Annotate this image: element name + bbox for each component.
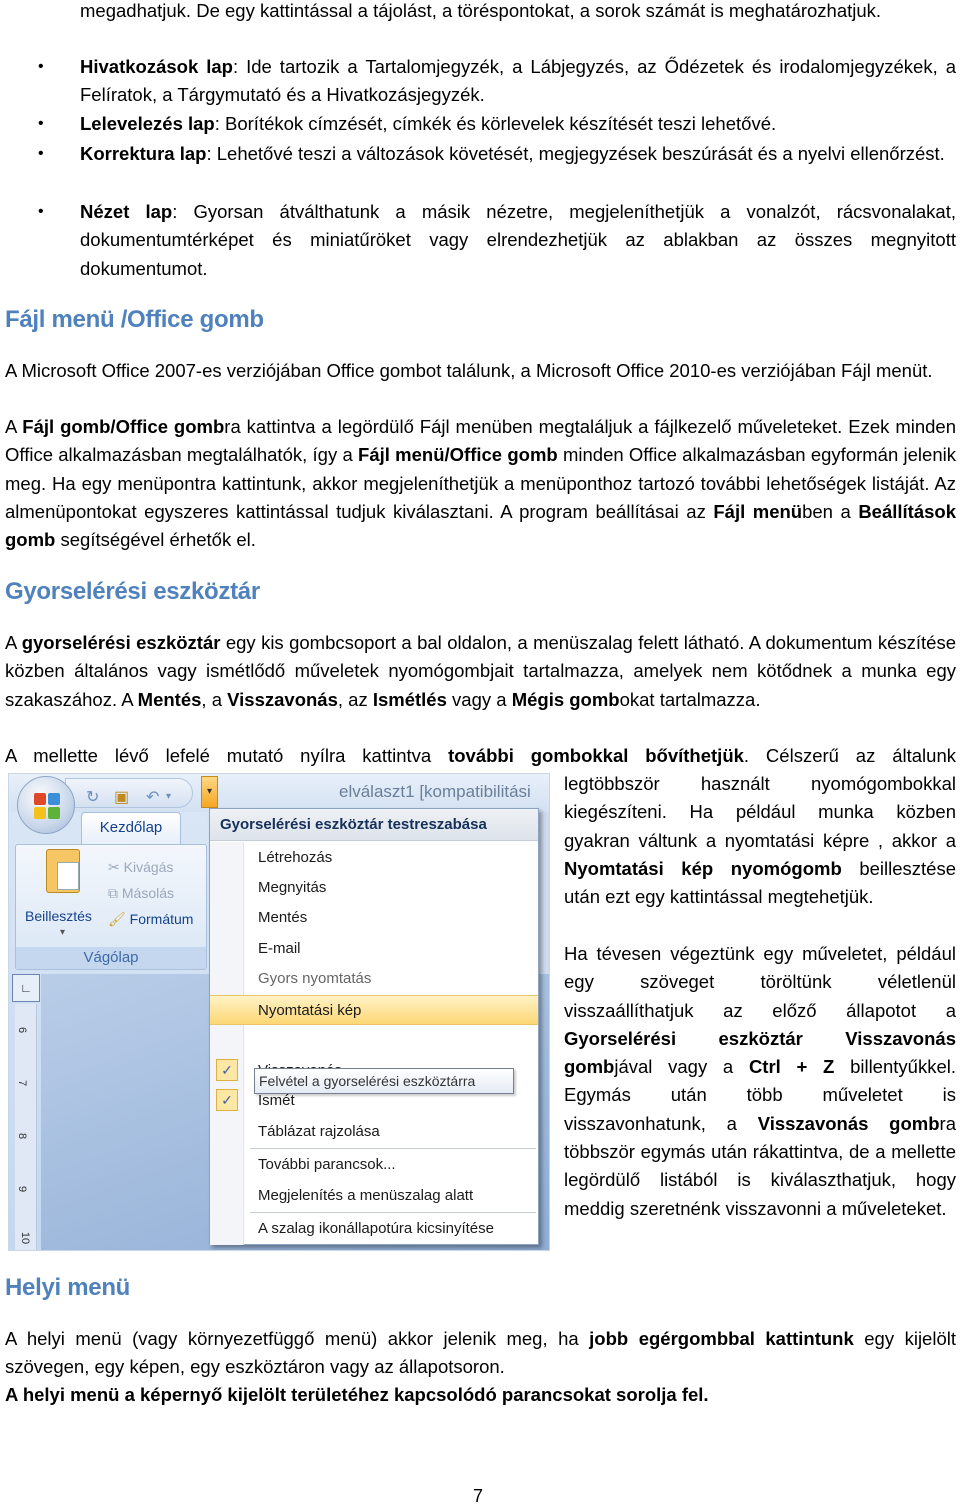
ruler-mark: 10 [19,1231,32,1245]
format-painter-button[interactable]: 🖌 Formátum [108,911,193,928]
bullet-text: : Gyorsan átválthatunk a másik nézetre, … [80,201,956,279]
menu-header: Gyorselérési eszköztár testreszabása [210,809,538,841]
office-logo-icon [34,793,60,819]
paragraph-qat-2: A mellette lévő lefelé mutató nyílra kat… [5,745,956,766]
paste-button[interactable]: Beillesztés [25,908,92,924]
menu-item-open[interactable]: Megnyitás [210,873,538,903]
save-icon[interactable]: ↻ [86,787,99,807]
copy-icon: ⧉ [108,885,122,901]
bullet-text: : Borítékok címzését, címkék és körlevel… [214,113,777,134]
section-heading-context-menu: Helyi menü [5,1274,131,1301]
copy-button[interactable]: ⧉ Másolás [108,885,174,902]
menu-item-save[interactable]: Mentés [210,903,538,933]
vertical-ruler: 6 7 8 9 10 [15,1004,37,1250]
paragraph-context-1: A helyi menü (vagy környezetfüggő menü) … [5,1328,956,1378]
brush-icon: 🖌 [108,911,130,927]
undo-dropdown-icon[interactable]: ▾ [166,791,171,802]
bullet-term: Korrektura lap [80,143,207,164]
menu-item-more-commands[interactable]: További parancsok... [210,1150,538,1180]
paste-icon[interactable]: ▣ [114,787,129,807]
paragraph-qat-right-1: legtöbbször használt nyomógombokkal kieg… [564,773,956,908]
tab-home[interactable]: Kezdőlap [81,812,181,844]
menu-item-email[interactable]: E-mail [210,934,538,964]
clipboard-icon [46,849,80,893]
bullet-term: Nézet lap [80,201,173,222]
paste-dropdown-icon[interactable]: ▾ [60,927,65,938]
ruler-mark: 9 [16,1185,29,1193]
checkmark-icon: ✓ [216,1059,238,1081]
bullet-icon: • [38,145,44,162]
page-number: 7 [473,1486,484,1506]
bullet-icon: • [38,203,44,220]
bullet-item-hivatkozasok: Hivatkozások lap: Ide tartozik a Tartalo… [80,53,956,110]
tab-stop-selector[interactable]: ∟ [12,974,40,1002]
menu-separator [250,1212,536,1213]
office-button[interactable] [17,776,75,834]
paragraph-qat-right-2: Ha tévesen végeztünk egy műveletet, péld… [564,943,956,1219]
bullet-term: Lelevelezés lap [80,113,215,134]
menu-item-draw-table[interactable]: Táblázat rajzolása [210,1117,538,1147]
window-title: elválaszt1 [kompatibilitási [339,782,531,801]
undo-icon[interactable]: ↶ [146,787,159,807]
paragraph-file-2: A Fájl gomb/Office gombra kattintva a le… [5,416,957,551]
ribbon-clipboard-group: Beillesztés ▾ ✂ Kivágás ⧉ Másolás 🖌 Form… [15,844,207,970]
quick-access-toolbar-screenshot: ↻ ▣ ↶ ▾ ▾ elválaszt1 [kompatibilitási Ke… [8,773,550,1251]
paragraph-continuation: megadhatjuk. De egy kattintással a tájol… [80,0,882,21]
document-page: megadhatjuk. De egy kattintással a tájol… [0,0,960,1508]
bullet-icon: • [38,58,44,75]
bullet-icon: • [38,115,44,132]
cut-button[interactable]: ✂ Kivágás [108,859,173,876]
paragraph-qat-1: A gyorselérési eszköztár egy kis gombcso… [5,632,956,710]
ruler-mark: 6 [16,1026,29,1034]
clipboard-group-label: Vágólap [16,947,206,969]
menu-item-minimize-ribbon[interactable]: A szalag ikonállapotúra kicsinyítése [210,1214,538,1244]
menu-separator [250,1148,536,1149]
menu-item-new[interactable]: Létrehozás [210,843,538,873]
customize-qat-menu: Gyorselérési eszköztár testreszabása Lét… [209,808,539,1245]
menu-item-show-below-ribbon[interactable]: Megjelenítés a menüszalag alatt [210,1181,538,1211]
section-heading-quick-access: Gyorselérési eszköztár [5,578,260,605]
checkmark-icon: ✓ [216,1089,238,1111]
bullet-term: Hivatkozások lap [80,56,233,77]
section-heading-file-menu: Fájl menü /Office gomb [5,306,264,333]
menu-item-quick-print[interactable]: Gyors nyomtatás [210,964,538,994]
bullet-item-nezet: Nézet lap: Gyorsan átválthatunk a másik … [80,198,956,283]
bullet-item-levelezes: Lelevelezés lap: Borítékok címzését, cím… [80,110,956,138]
menu-item-print-preview[interactable]: Nyomtatási kép [210,995,538,1025]
ruler-mark: 8 [16,1132,29,1140]
bullet-text: : Lehetővé teszi a változások követését,… [206,143,945,164]
tooltip: Felvétel a gyorselérési eszköztárra [254,1068,514,1094]
scissors-icon: ✂ [108,859,124,875]
paragraph-context-2: A helyi menü a képernyő kijelölt terület… [5,1384,709,1405]
customize-qat-dropdown-button[interactable]: ▾ [201,776,218,808]
menu-item-spelling[interactable]: Helyesírás és nyelvhelyesség [210,1025,538,1055]
paragraph-file-1: A Microsoft Office 2007-es verziójában O… [5,360,933,381]
ruler-mark: 7 [16,1079,29,1087]
bullet-item-korrektura: Korrektura lap: Lehetővé teszi a változá… [80,140,956,168]
quick-access-toolbar: ↻ ▣ ↶ ▾ [65,778,193,808]
